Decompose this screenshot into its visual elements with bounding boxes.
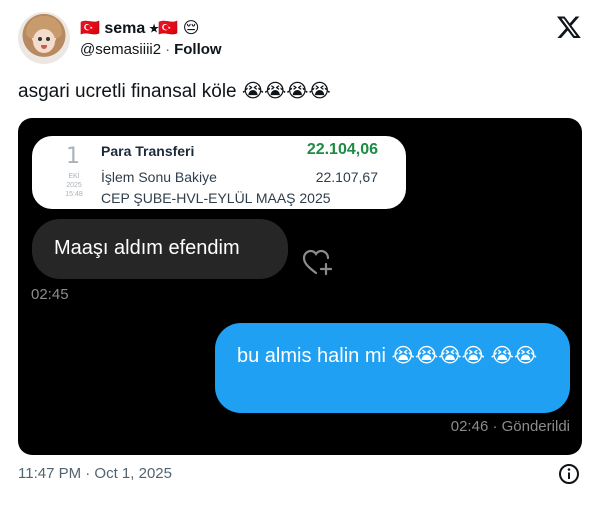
separator: · bbox=[165, 41, 171, 58]
outgoing-message-status: 02:46 · Gönderildi bbox=[450, 418, 570, 435]
avatar-eye-left bbox=[38, 37, 42, 41]
handle[interactable]: @semasiiii2 bbox=[80, 41, 161, 58]
heart-add-icon[interactable] bbox=[302, 248, 334, 278]
avatar[interactable] bbox=[18, 12, 70, 64]
receipt-day: 1 bbox=[66, 144, 80, 169]
tweet-text: asgari ucretli finansal köle 😭😭😭😭 bbox=[18, 81, 331, 102]
incoming-message-text: Maaşı aldım efendim bbox=[54, 237, 240, 259]
display-name[interactable]: 🇹🇷 sema ⭑🇹🇷 😔 bbox=[80, 18, 199, 38]
media-screenshot[interactable]: 1 EKİ 2025 15:48 Para Transferi 22.104,0… bbox=[18, 118, 582, 455]
receipt-balance-value: 22.107,67 bbox=[315, 169, 378, 185]
receipt-date: EKİ 2025 15:48 bbox=[62, 172, 86, 199]
handle-row: @semasiiii2 · Follow bbox=[80, 41, 222, 58]
info-icon[interactable] bbox=[558, 463, 580, 485]
receipt-amount: 22.104,06 bbox=[306, 141, 378, 158]
avatar-eye-right bbox=[46, 37, 50, 41]
incoming-message-time: 02:45 bbox=[31, 286, 69, 303]
x-logo-icon[interactable] bbox=[556, 14, 582, 40]
receipt-balance-label: İşlem Sonu Bakiye bbox=[101, 169, 217, 185]
outgoing-message-bubble: bu almis halin mi 😭😭😭😭 😭😭 bbox=[215, 323, 570, 413]
tweet-timestamp[interactable]: 11:47 PM · Oct 1, 2025 bbox=[18, 465, 172, 482]
incoming-message-bubble: Maaşı aldım efendim bbox=[32, 219, 288, 279]
follow-button[interactable]: Follow bbox=[174, 41, 222, 58]
avatar-face bbox=[33, 29, 55, 53]
receipt-time: 15:48 bbox=[65, 191, 83, 198]
tweet-header: 🇹🇷 sema ⭑🇹🇷 😔 @semasiiii2 · Follow bbox=[18, 12, 582, 68]
receipt-title: Para Transferi bbox=[101, 143, 195, 159]
receipt-year: 2025 bbox=[66, 182, 82, 189]
outgoing-message-text: bu almis halin mi 😭😭😭😭 😭😭 bbox=[237, 345, 538, 367]
receipt-description: CEP ŞUBE-HVL-EYLÜL MAAŞ 2025 bbox=[101, 190, 331, 206]
receipt-month: EKİ bbox=[68, 173, 80, 180]
bank-transfer-receipt: 1 EKİ 2025 15:48 Para Transferi 22.104,0… bbox=[32, 136, 406, 209]
